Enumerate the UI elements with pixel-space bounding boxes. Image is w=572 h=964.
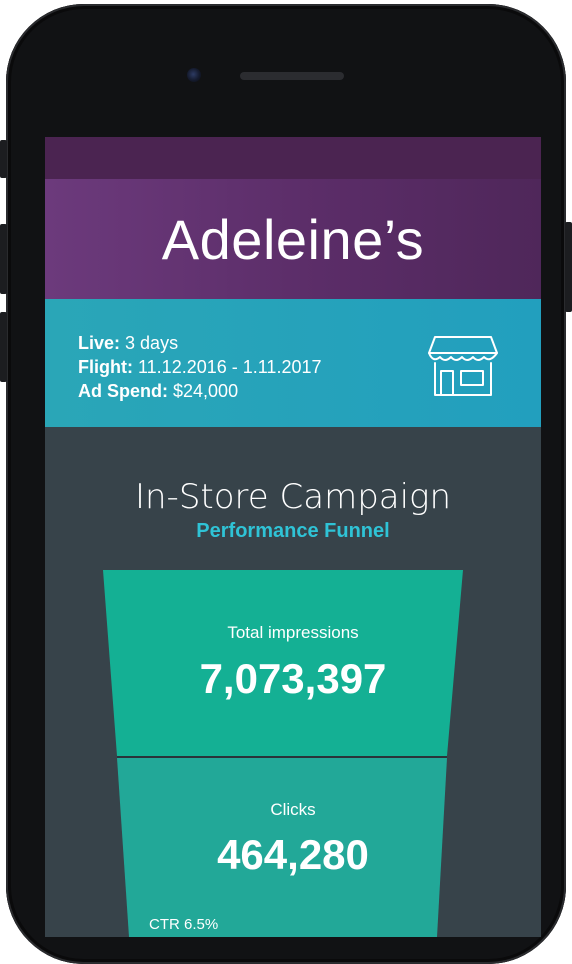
campaign-subtitle: Performance Funnel: [196, 520, 390, 542]
phone-frame: Adeleine’s Live: 3 days Flight: 11.12.20…: [6, 4, 566, 964]
ctr-label: CTR 6.5%: [149, 916, 219, 933]
app-screen: Adeleine’s Live: 3 days Flight: 11.12.20…: [45, 137, 541, 937]
clicks-value: 464,280: [217, 831, 369, 878]
power-button: [565, 222, 572, 312]
impressions-label: Total impressions: [227, 623, 359, 642]
front-camera: [187, 68, 201, 82]
clicks-label: Clicks: [270, 800, 316, 819]
earpiece-speaker: [240, 72, 344, 80]
mute-switch: [0, 140, 7, 178]
volume-down-button: [0, 312, 7, 382]
impressions-value: 7,073,397: [199, 655, 387, 702]
volume-up-button: [0, 224, 7, 294]
campaign-title: In-Store Campaign: [134, 477, 452, 517]
